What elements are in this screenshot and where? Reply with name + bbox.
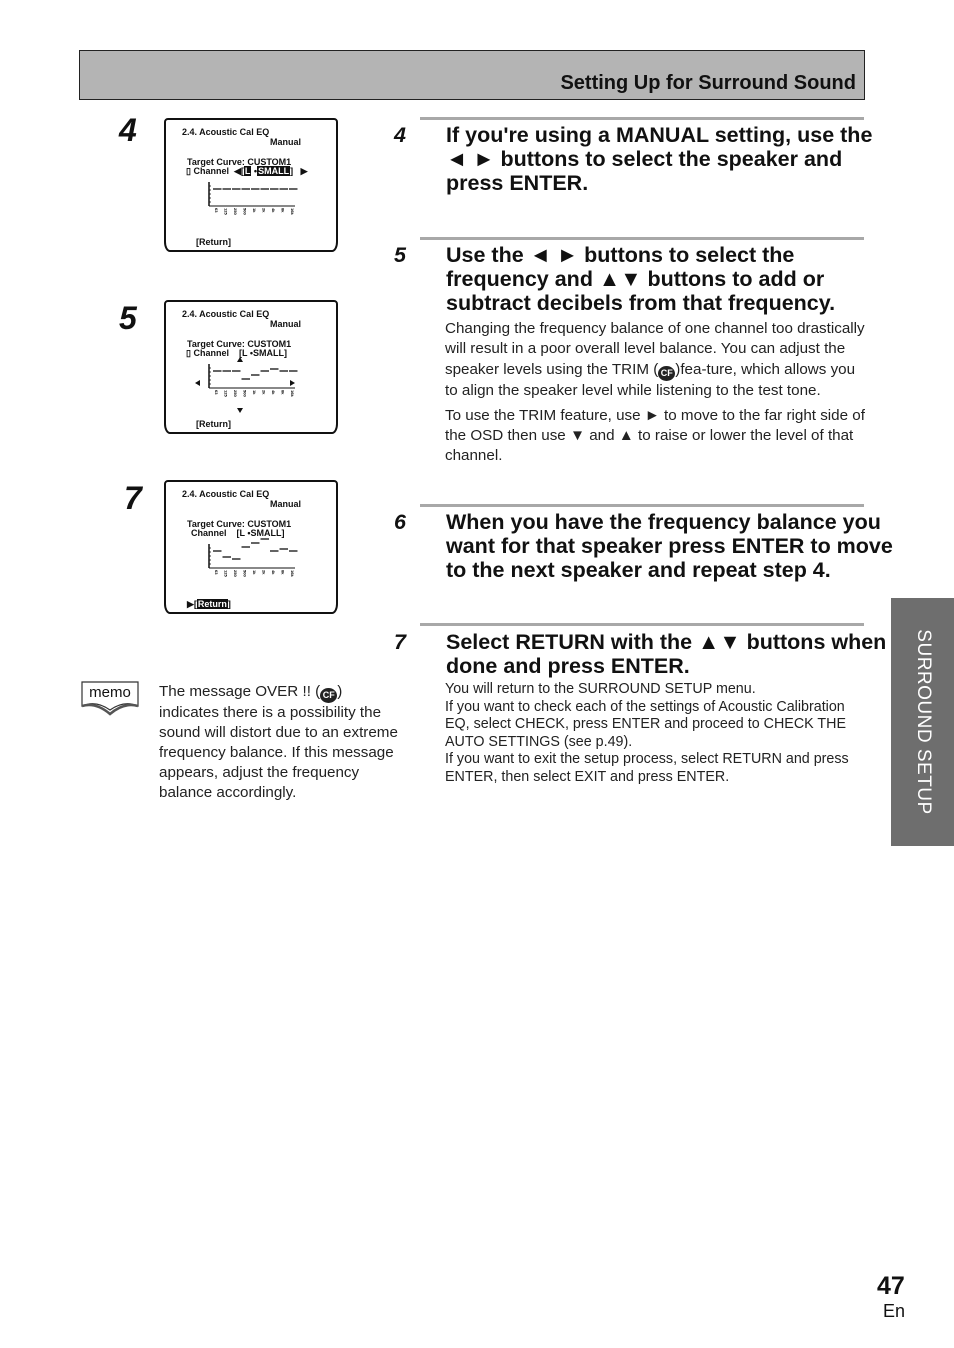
eq-band-label: 4k: [271, 390, 276, 395]
memo-icon: memo: [80, 680, 140, 718]
step-body: Changing the frequency balance of one ch…: [445, 319, 865, 472]
eq-band-label: 1k: [252, 390, 257, 395]
eq-band-label: 4k: [271, 570, 276, 575]
eq-band-label: 16k: [290, 570, 295, 577]
osd-return[interactable]: Return: [196, 599, 228, 609]
osd-return-row: ▶[Return]: [187, 599, 231, 609]
eq-graph: 63 125 250 500 1k 2k 4k 8k 16k: [208, 538, 298, 577]
eq-band-label: 8k: [281, 208, 286, 213]
step-title: Use the ◄ ► buttons to select the freque…: [446, 243, 836, 315]
osd-screen: 2.4. Acoustic Cal EQ Manual Target Curve…: [164, 118, 338, 252]
eq-band-label: 500: [243, 208, 248, 215]
paragraph-text: If you want to exit the setup process, s…: [445, 751, 849, 785]
eq-band-label: 63: [214, 208, 219, 213]
eq-band-label: 2k: [262, 570, 267, 575]
eq-band-label: 125: [224, 208, 229, 215]
figure-step-number: 4: [119, 112, 137, 148]
memo-text-part: The message OVER !! (: [159, 683, 321, 700]
eq-band-label: 1k: [252, 208, 257, 213]
right-arrow-icon: [290, 380, 295, 386]
step-title: Select RETURN with the ▲▼ buttons when d…: [446, 630, 887, 678]
cross-reference-icon: CF: [320, 688, 338, 703]
paragraph-text: You will return to the SURROUND SETUP me…: [445, 681, 756, 697]
osd-screen: 2.4. Acoustic Cal EQ Manual Target Curve…: [164, 300, 338, 434]
eq-band-label: 4k: [271, 208, 276, 213]
eq-band-label: 16k: [290, 390, 295, 397]
memo-text-part: ) indicates there is a possibility the s…: [159, 683, 398, 801]
cursor-arrow-icon: ▶: [187, 599, 194, 609]
figure-step-number: 7: [124, 480, 142, 516]
osd-return[interactable]: [Return]: [196, 237, 231, 247]
figure-step-number: 5: [119, 300, 137, 336]
eq-band-label: 63: [214, 390, 219, 395]
left-arrow-icon: [195, 380, 200, 386]
up-arrow-icon: [237, 357, 243, 362]
down-arrow-icon: [237, 408, 243, 413]
eq-band-label: 250: [233, 390, 238, 397]
eq-band-label: 63: [214, 570, 219, 575]
step-heading: 6 When you have the frequency balance you…: [394, 510, 896, 582]
memo-text: The message OVER !! (CF) indicates there…: [159, 682, 399, 803]
step-number: 4: [394, 123, 406, 147]
chapter-tab[interactable]: SURROUND SETUP: [891, 598, 954, 846]
section-title: Setting Up for Surround Sound: [560, 72, 856, 94]
page-language: En: [883, 1301, 906, 1321]
step-number: 6: [394, 510, 406, 534]
eq-graph: 63 125 250 500 1k 2k 4k 8k 16k: [195, 357, 298, 413]
eq-band-label: 2k: [262, 390, 267, 395]
eq-graph: 63 125 250 500 1k 2k 4k 8k 16k: [208, 182, 298, 215]
eq-band-label: 125: [224, 570, 229, 577]
step-number: 7: [394, 630, 406, 654]
divider: [420, 237, 864, 240]
eq-band-label: 8k: [281, 570, 286, 575]
cross-reference-icon: CF: [658, 365, 676, 381]
memo-icon-label: memo: [89, 684, 131, 701]
eq-band-label: 500: [243, 570, 248, 577]
step-heading: 7 Select RETURN with the ▲▼ buttons when …: [394, 630, 896, 678]
step-title: If you're using a MANUAL setting, use th…: [446, 123, 873, 195]
osd-screen: 2.4. Acoustic Cal EQ Manual Target Curve…: [164, 480, 338, 614]
eq-band-label: 250: [233, 208, 238, 215]
eq-band-label: 8k: [281, 390, 286, 395]
page-number: 47: [877, 1272, 905, 1300]
divider: [420, 117, 864, 120]
step-title: When you have the frequency balance you …: [446, 510, 893, 582]
eq-band-label: 1k: [252, 570, 257, 575]
step-heading: 4 If you're using a MANUAL setting, use t…: [394, 123, 896, 195]
divider: [420, 623, 864, 626]
eq-band-label: 125: [224, 390, 229, 397]
eq-band-label: 500: [243, 390, 248, 397]
osd-return[interactable]: [Return]: [196, 419, 231, 429]
eq-band-label: 250: [233, 570, 238, 577]
eq-band-label: 2k: [262, 208, 267, 213]
eq-band-label: 16k: [290, 208, 295, 215]
step-body: You will return to the SURROUND SETUP me…: [445, 681, 870, 787]
paragraph-text: If you want to check each of the setting…: [445, 698, 846, 750]
section-header: Setting Up for Surround Sound: [79, 50, 865, 100]
chapter-tab-label: SURROUND SETUP: [912, 629, 934, 815]
step-number: 5: [394, 243, 406, 267]
divider: [420, 504, 864, 507]
step-heading: 5 Use the ◄ ► buttons to select the frequ…: [394, 243, 896, 315]
paragraph-text: To use the TRIM feature, use ► to move t…: [445, 406, 865, 465]
